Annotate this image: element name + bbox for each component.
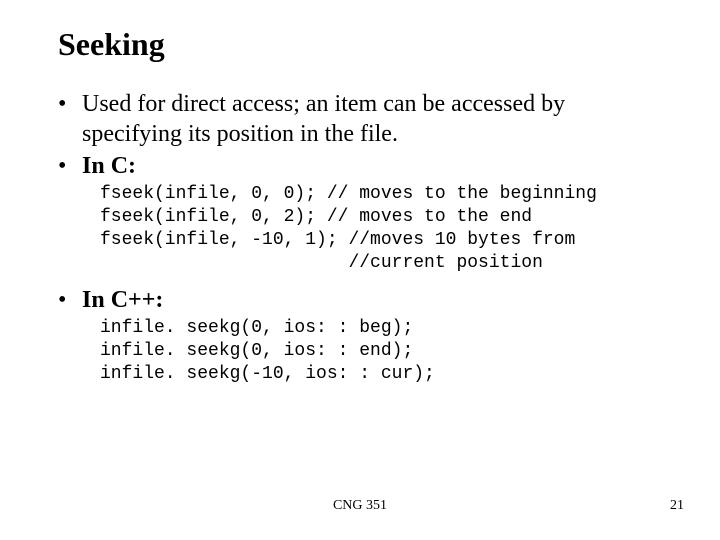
slide-title: Seeking	[58, 26, 670, 63]
slide-content: Seeking Used for direct access; an item …	[58, 26, 670, 396]
bullet-text: Used for direct access; an item can be a…	[82, 91, 565, 147]
footer-page-number: 21	[670, 498, 684, 514]
bullet-item: Used for direct access; an item can be a…	[58, 89, 670, 149]
bullet-text: In C:	[82, 153, 136, 179]
bullet-list: Used for direct access; an item can be a…	[58, 89, 670, 181]
bullet-item: In C++:	[58, 285, 670, 315]
code-block-cpp: infile. seekg(0, ios: : beg); infile. se…	[100, 317, 670, 386]
bullet-list: In C++:	[58, 285, 670, 315]
footer-course: CNG 351	[0, 498, 720, 514]
bullet-text: In C++:	[82, 287, 163, 313]
bullet-item: In C:	[58, 151, 670, 181]
code-block-c: fseek(infile, 0, 0); // moves to the beg…	[100, 183, 670, 275]
